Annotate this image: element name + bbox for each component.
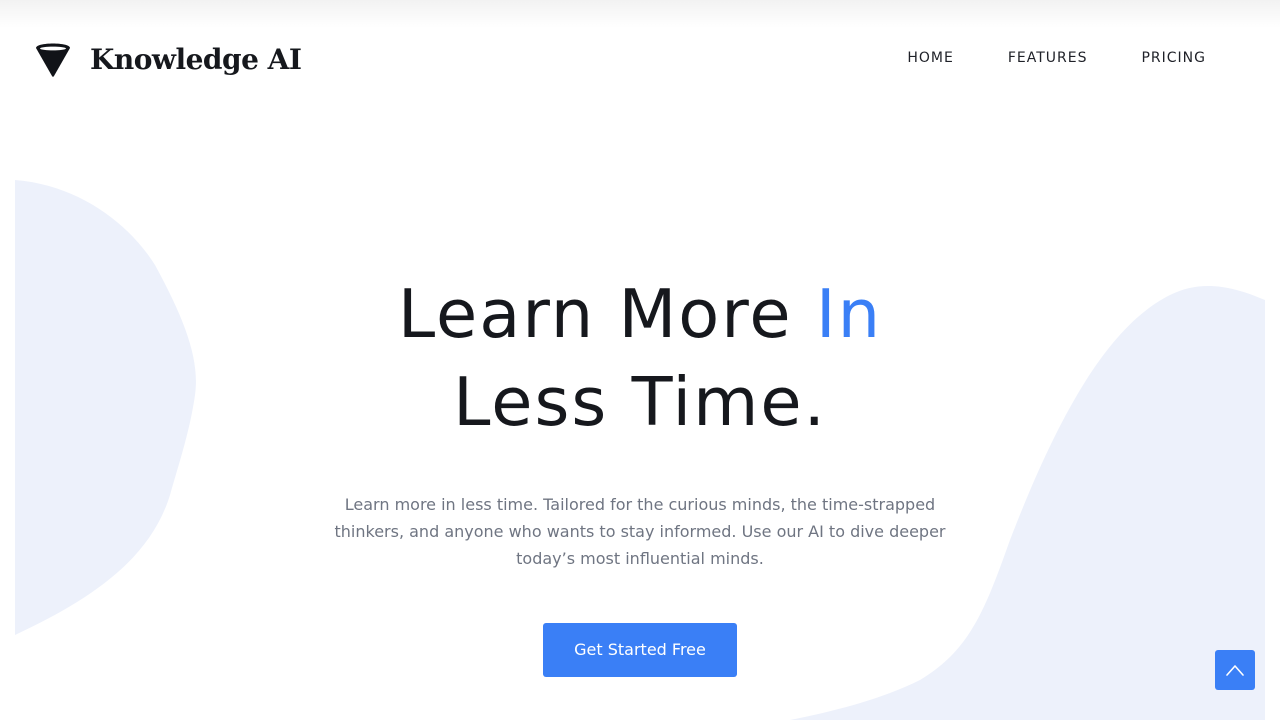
- hero-title: Learn More In Less Time.: [240, 270, 1040, 446]
- hero-title-line1: Learn More In: [398, 275, 882, 353]
- hero-section: Learn More In Less Time. Learn more in l…: [240, 270, 1040, 677]
- left-blob-shape: [15, 180, 196, 635]
- chevron-up-icon: [1226, 665, 1244, 676]
- hero-title-main: Learn More: [397, 275, 816, 353]
- get-started-button[interactable]: Get Started Free: [543, 623, 737, 677]
- navbar: Knowledge AI HOME FEATURES PRICING: [0, 0, 1280, 120]
- landing-page: Knowledge AI HOME FEATURES PRICING Learn…: [0, 0, 1280, 720]
- hero-subtitle: Learn more in less time. Tailored for th…: [334, 495, 946, 568]
- nav-item-features[interactable]: FEATURES: [1008, 50, 1088, 66]
- brand-name: Knowledge AI: [90, 42, 302, 76]
- hero-title-line2: Less Time.: [453, 363, 827, 441]
- scroll-to-top-button[interactable]: [1215, 650, 1255, 690]
- cone-logo-icon: [36, 43, 70, 77]
- nav-item-pricing[interactable]: PRICING: [1141, 50, 1206, 66]
- nav-item-home[interactable]: HOME: [907, 50, 953, 66]
- brand-logo-link[interactable]: Knowledge AI: [34, 40, 302, 78]
- hero-title-accent: In: [815, 275, 883, 353]
- nav-menu: HOME FEATURES PRICING: [853, 50, 1206, 66]
